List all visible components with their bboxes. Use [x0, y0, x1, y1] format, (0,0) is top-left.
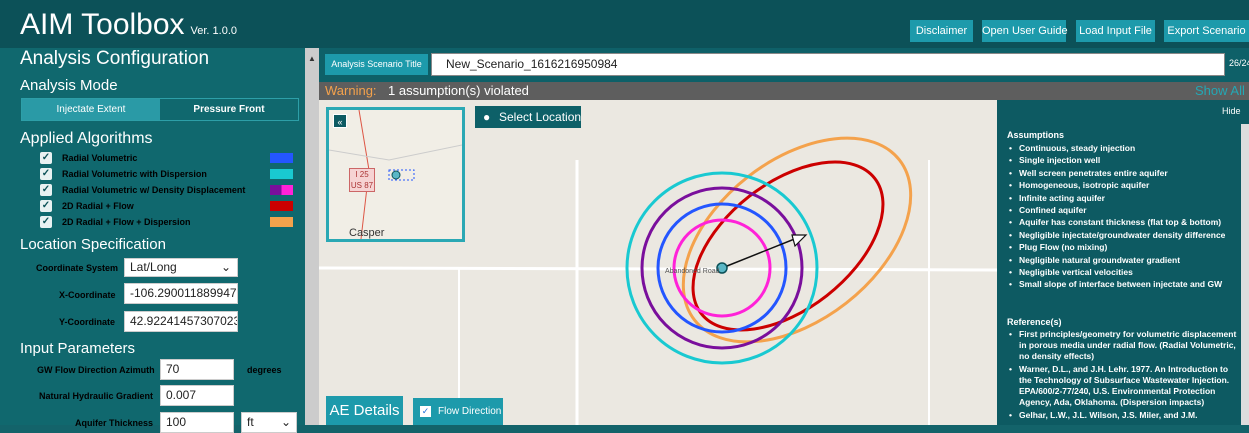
- algo-checkbox[interactable]: ✓: [40, 152, 52, 164]
- scenario-title-label: Analysis Scenario Title: [325, 54, 428, 75]
- y-coordinate-label: Y-Coordinate: [59, 317, 116, 327]
- mode-tabs: Injectate Extent Pressure Front: [21, 98, 299, 121]
- azimuth-input[interactable]: 70: [160, 359, 234, 380]
- tab-pressure-front[interactable]: Pressure Front: [160, 99, 298, 120]
- ae-details-button[interactable]: AE Details: [326, 396, 403, 425]
- algo-label: Radial Volumetric: [62, 153, 138, 163]
- warning-text: 1 assumption(s) violated: [388, 83, 529, 98]
- config-title: Analysis Configuration: [20, 48, 210, 69]
- algo-item[interactable]: ✓ Radial Volumetric with Dispersion: [40, 168, 300, 182]
- panel-scrollbar[interactable]: [1241, 124, 1249, 425]
- assumption-item: Negligible injectate/groundwater density…: [1007, 229, 1237, 242]
- algo-checkbox[interactable]: ✓: [40, 184, 52, 196]
- x-coordinate-input[interactable]: -106.290011889947: [124, 283, 238, 304]
- assumption-item: Infinite acting aquifer: [1007, 192, 1237, 205]
- chevron-down-icon: ⌄: [280, 415, 291, 429]
- assumptions-panel: Hide Assumptions Continuous, steady inje…: [997, 100, 1249, 425]
- algo-checkbox[interactable]: ✓: [40, 168, 52, 180]
- references-list: First principles/geometry for volumetric…: [1007, 329, 1237, 423]
- assumption-item: Negligible vertical velocities: [1007, 266, 1237, 279]
- assumptions-list: Continuous, steady injectionSingle injec…: [1007, 142, 1237, 291]
- sidebar-scrollbar[interactable]: ▲: [305, 48, 319, 425]
- algo-checkbox[interactable]: ✓: [40, 216, 52, 228]
- assumption-item: Confined aquifer: [1007, 204, 1237, 217]
- azimuth-unit: degrees: [247, 365, 282, 375]
- algo-item[interactable]: ✓ Radial Volumetric: [40, 152, 300, 166]
- algo-color-swatch: [270, 153, 293, 163]
- coord-system-label: Coordinate System: [36, 263, 119, 273]
- algo-item[interactable]: ✓ Radial Volumetric w/ Density Displaceme…: [40, 184, 300, 198]
- assumption-item: Continuous, steady injection: [1007, 142, 1237, 155]
- open-user-guide-button[interactable]: Open User Guide: [982, 20, 1068, 42]
- algo-item[interactable]: ✓ 2D Radial + Flow: [40, 200, 300, 214]
- hide-button[interactable]: Hide: [1222, 106, 1241, 116]
- flow-direction-checkbox[interactable]: ✓: [420, 406, 431, 417]
- scroll-up-icon[interactable]: ▲: [305, 54, 319, 63]
- mode-title: Analysis Mode: [20, 77, 118, 94]
- algo-label: 2D Radial + Flow: [62, 201, 134, 211]
- algo-label: Radial Volumetric with Dispersion: [62, 169, 207, 179]
- algo-color-swatch: [270, 169, 293, 179]
- export-scenario-button[interactable]: Export Scenario: [1164, 20, 1249, 42]
- assumption-item: Single injection well: [1007, 154, 1237, 167]
- assumption-item: Small slope of interface between injecta…: [1007, 278, 1237, 291]
- algo-item[interactable]: ✓ 2D Radial + Flow + Dispersion: [40, 216, 300, 230]
- map-pin-icon: ●: [483, 110, 491, 124]
- show-all-link[interactable]: Show All: [1195, 82, 1245, 100]
- algo-checkbox[interactable]: ✓: [40, 200, 52, 212]
- assumption-item: Aquifer has constant thickness (flat top…: [1007, 216, 1237, 229]
- flow-direction-toggle[interactable]: ✓ Flow Direction: [413, 398, 503, 425]
- highway-shield: I 25 US 87: [349, 168, 375, 192]
- chevron-down-icon: ⌄: [220, 260, 231, 274]
- algo-color-swatch: [270, 201, 293, 211]
- gradient-input[interactable]: 0.007: [160, 385, 234, 406]
- assumption-item: Well screen penetrates entire aquifer: [1007, 167, 1237, 180]
- thickness-input[interactable]: 100: [160, 412, 234, 433]
- app-version: Ver. 1.0.0: [190, 25, 238, 37]
- algo-color-swatch: [270, 217, 293, 227]
- y-coordinate-input[interactable]: 42.92241457307023: [124, 311, 238, 332]
- input-title: Input Parameters: [20, 340, 136, 357]
- x-coordinate-label: X-Coordinate: [59, 290, 116, 300]
- road-label: Abandoned Road: [665, 268, 720, 275]
- scenario-title-input[interactable]: New_Scenario_1616216950984: [431, 53, 1225, 76]
- load-input-file-button[interactable]: Load Input File: [1076, 20, 1155, 42]
- algo-title: Applied Algorithms: [20, 130, 153, 147]
- collapse-icon[interactable]: «: [333, 114, 347, 128]
- app-header: AIM Toolbox Ver. 1.0.0 Disclaimer Open Us…: [0, 0, 1249, 48]
- reference-item: Warner, D.L., and J.H. Lehr. 1977. An In…: [1007, 364, 1237, 408]
- loc-title: Location Specification: [20, 236, 166, 253]
- assumption-item: Plug Flow (no mixing): [1007, 241, 1237, 254]
- reference-item: Gelhar, L.W., J.L. Wilson, J.S. Miler, a…: [1007, 410, 1237, 421]
- thickness-unit-select[interactable]: ft ⌄: [241, 412, 297, 433]
- disclaimer-button[interactable]: Disclaimer: [910, 20, 973, 42]
- inset-city-label: Casper: [349, 227, 385, 239]
- references-title: Reference(s): [1007, 317, 1062, 327]
- algo-label: Radial Volumetric w/ Density Displacemen…: [62, 185, 246, 195]
- scenario-char-count: 26/240: [1229, 58, 1249, 68]
- gradient-label: Natural Hydraulic Gradient: [39, 391, 154, 401]
- reference-item: First principles/geometry for volumetric…: [1007, 329, 1237, 362]
- coord-system-select[interactable]: Lat/Long ⌄: [124, 258, 238, 277]
- map-view[interactable]: Abandoned Road I 25 US 87 Casper « ● Sele…: [319, 100, 997, 425]
- azimuth-label: GW Flow Direction Azimuth: [37, 365, 155, 375]
- assumption-item: Homogeneous, isotropic aquifer: [1007, 179, 1237, 192]
- warning-bar: Warning: 1 assumption(s) violated Show A…: [319, 82, 1249, 100]
- algo-color-swatch: [270, 185, 293, 195]
- tab-injectate-extent[interactable]: Injectate Extent: [22, 99, 160, 120]
- app-title: AIM Toolbox Ver. 1.0.0: [20, 8, 238, 41]
- algo-label: 2D Radial + Flow + Dispersion: [62, 217, 191, 227]
- main-area: Analysis Scenario Title New_Scenario_161…: [319, 48, 1249, 425]
- scenario-title-bar: Analysis Scenario Title New_Scenario_161…: [319, 48, 1249, 82]
- warning-label: Warning:: [325, 83, 377, 98]
- thickness-label: Aquifer Thickness: [75, 418, 154, 428]
- select-location-button[interactable]: ● Select Location: [475, 106, 581, 128]
- assumption-item: Negligible natural groundwater gradient: [1007, 254, 1237, 267]
- assumptions-title: Assumptions: [1007, 130, 1065, 140]
- inset-map[interactable]: I 25 US 87 Casper «: [326, 107, 465, 242]
